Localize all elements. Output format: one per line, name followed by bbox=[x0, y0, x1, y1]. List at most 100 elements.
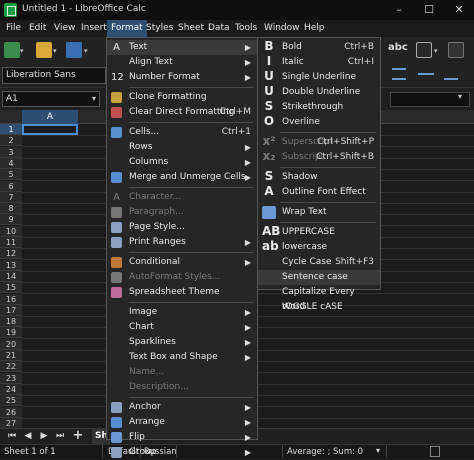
menu-item-conditional[interactable]: Conditional ▶ bbox=[107, 255, 257, 270]
menu-item-number-format[interactable]: 12 Number Format ▶ bbox=[107, 70, 257, 85]
row-header[interactable]: 15 bbox=[0, 282, 22, 294]
last-sheet-icon[interactable]: ⏭ bbox=[54, 430, 66, 442]
row-header[interactable]: 13 bbox=[0, 259, 22, 271]
borders-icon[interactable] bbox=[416, 42, 432, 58]
row-header[interactable]: 7 bbox=[0, 191, 22, 203]
menu-item-toggle-case[interactable]: tOGGLE cASE bbox=[258, 300, 380, 315]
menu-item-uppercase[interactable]: AB UPPERCASE bbox=[258, 225, 380, 240]
row-header[interactable]: 2 bbox=[0, 135, 22, 147]
new-document-icon[interactable] bbox=[4, 42, 20, 58]
row-header[interactable]: 1 bbox=[0, 124, 22, 135]
column-header-a[interactable]: A bbox=[22, 110, 78, 124]
borders-dropdown-icon[interactable]: ▾ bbox=[434, 47, 438, 55]
row-header[interactable]: 11 bbox=[0, 237, 22, 248]
menu-item-italic[interactable]: I Italic Ctrl+I bbox=[258, 55, 380, 70]
menu-item-cells[interactable]: Cells... Ctrl+1 bbox=[107, 125, 257, 140]
row-header[interactable]: 23 bbox=[0, 372, 22, 384]
menu-item-lowercase[interactable]: ab lowercase bbox=[258, 240, 380, 255]
more-toolbar-icon[interactable] bbox=[448, 42, 464, 58]
expand-formula-bar-icon[interactable]: ▾ bbox=[458, 92, 462, 101]
row-header[interactable]: 22 bbox=[0, 361, 22, 373]
close-button[interactable]: ✕ bbox=[444, 0, 474, 20]
menu-item-wrap-text[interactable]: Wrap Text bbox=[258, 205, 380, 220]
menu-item-text-box-and-shape[interactable]: Text Box and Shape ▶ bbox=[107, 350, 257, 365]
menu-edit[interactable]: Edit bbox=[25, 20, 50, 37]
menu-view[interactable]: View bbox=[50, 20, 79, 37]
menu-item-text[interactable]: A Text ▶ bbox=[107, 40, 257, 55]
view-mode-icon[interactable] bbox=[430, 446, 440, 457]
menu-item-image[interactable]: Image ▶ bbox=[107, 305, 257, 320]
align-bottom-icon[interactable] bbox=[444, 68, 458, 80]
row-header[interactable]: 18 bbox=[0, 316, 22, 328]
menu-insert[interactable]: Insert bbox=[77, 20, 111, 37]
row-header[interactable]: 9 bbox=[0, 214, 22, 226]
open-folder-icon[interactable] bbox=[36, 42, 52, 58]
menu-item-anchor[interactable]: Anchor ▶ bbox=[107, 400, 257, 415]
row-header[interactable]: 14 bbox=[0, 270, 22, 282]
menu-item-clear-direct-formatting[interactable]: Clear Direct Formatting Ctrl+M bbox=[107, 105, 257, 120]
align-center-vertically-icon[interactable] bbox=[418, 73, 434, 75]
save-dropdown-icon[interactable]: ▾ bbox=[84, 47, 88, 55]
summary-dropdown-icon[interactable]: ▾ bbox=[376, 446, 380, 455]
selection-summary-status[interactable]: Average: ; Sum: 0 bbox=[287, 446, 363, 458]
menu-item-spreadsheet-theme[interactable]: Spreadsheet Theme bbox=[107, 285, 257, 300]
menu-styles[interactable]: Styles bbox=[142, 20, 177, 37]
menu-item-page-style[interactable]: Page Style... bbox=[107, 220, 257, 235]
row-header[interactable]: 16 bbox=[0, 293, 22, 305]
previous-sheet-icon[interactable]: ◀ bbox=[22, 430, 34, 442]
menu-item-capitalize-every-word[interactable]: Capitalize Every Word bbox=[258, 285, 380, 312]
menu-sheet[interactable]: Sheet bbox=[174, 20, 208, 37]
name-box[interactable]: A1 bbox=[2, 91, 100, 107]
menu-item-group[interactable]: Group ▶ bbox=[107, 445, 257, 460]
row-header[interactable]: 19 bbox=[0, 327, 22, 339]
menu-item-flip[interactable]: Flip ▶ bbox=[107, 430, 257, 445]
font-name-input[interactable]: Liberation Sans bbox=[2, 67, 106, 84]
menu-help[interactable]: Help bbox=[300, 20, 329, 37]
row-header[interactable]: 6 bbox=[0, 180, 22, 192]
first-sheet-icon[interactable]: ⏮ bbox=[6, 430, 18, 442]
menu-item-clone-formatting[interactable]: Clone Formatting bbox=[107, 90, 257, 105]
row-header[interactable]: 24 bbox=[0, 383, 22, 395]
menu-item-bold[interactable]: B Bold Ctrl+B bbox=[258, 40, 380, 55]
menu-item-align-text[interactable]: Align Text ▶ bbox=[107, 55, 257, 70]
menu-item-outline-font-effect[interactable]: A Outline Font Effect bbox=[258, 185, 380, 200]
menu-item-chart[interactable]: Chart ▶ bbox=[107, 320, 257, 335]
minimize-button[interactable]: – bbox=[384, 0, 414, 20]
new-dropdown-icon[interactable]: ▾ bbox=[20, 47, 24, 55]
menu-item-strikethrough[interactable]: S Strikethrough bbox=[258, 100, 380, 115]
menu-item-overline[interactable]: O Overline bbox=[258, 115, 380, 130]
menu-item-shadow[interactable]: S Shadow bbox=[258, 170, 380, 185]
menu-item-merge-and-unmerge-cells[interactable]: Merge and Unmerge Cells ▶ bbox=[107, 170, 257, 185]
menu-item-sentence-case[interactable]: Sentence case bbox=[258, 270, 380, 285]
menu-item-double-underline[interactable]: U Double Underline bbox=[258, 85, 380, 100]
menu-format[interactable]: Format bbox=[107, 20, 147, 37]
menu-item-print-ranges[interactable]: Print Ranges ▶ bbox=[107, 235, 257, 250]
row-header[interactable]: 17 bbox=[0, 304, 22, 316]
menu-item-cycle-case[interactable]: Cycle Case Shift+F3 bbox=[258, 255, 380, 270]
menu-item-rows[interactable]: Rows ▶ bbox=[107, 140, 257, 155]
menu-file[interactable]: File bbox=[2, 20, 25, 37]
row-header[interactable]: 21 bbox=[0, 350, 22, 361]
selected-cell-a1[interactable] bbox=[22, 124, 78, 135]
row-header[interactable]: 8 bbox=[0, 203, 22, 215]
save-icon[interactable] bbox=[66, 42, 82, 58]
menu-item-columns[interactable]: Columns ▶ bbox=[107, 155, 257, 170]
row-header[interactable]: 26 bbox=[0, 406, 22, 418]
align-top-icon[interactable] bbox=[392, 68, 406, 80]
menu-window[interactable]: Window bbox=[260, 20, 304, 37]
row-header[interactable]: 20 bbox=[0, 338, 22, 350]
menu-item-sparklines[interactable]: Sparklines ▶ bbox=[107, 335, 257, 350]
menu-item-single-underline[interactable]: U Single Underline bbox=[258, 70, 380, 85]
next-sheet-icon[interactable]: ▶ bbox=[38, 430, 50, 442]
row-header[interactable]: 10 bbox=[0, 225, 22, 237]
menu-item-arrange[interactable]: Arrange ▶ bbox=[107, 415, 257, 430]
row-header[interactable]: 4 bbox=[0, 157, 22, 169]
row-header[interactable]: 3 bbox=[0, 146, 22, 158]
spelling-icon[interactable]: abc bbox=[388, 42, 408, 53]
menu-data[interactable]: Data bbox=[204, 20, 234, 37]
menu-tools[interactable]: Tools bbox=[231, 20, 261, 37]
name-box-dropdown-icon[interactable]: ▾ bbox=[88, 91, 100, 107]
maximize-button[interactable]: ☐ bbox=[414, 0, 444, 20]
row-header[interactable]: 5 bbox=[0, 169, 22, 181]
open-dropdown-icon[interactable]: ▾ bbox=[53, 47, 57, 55]
